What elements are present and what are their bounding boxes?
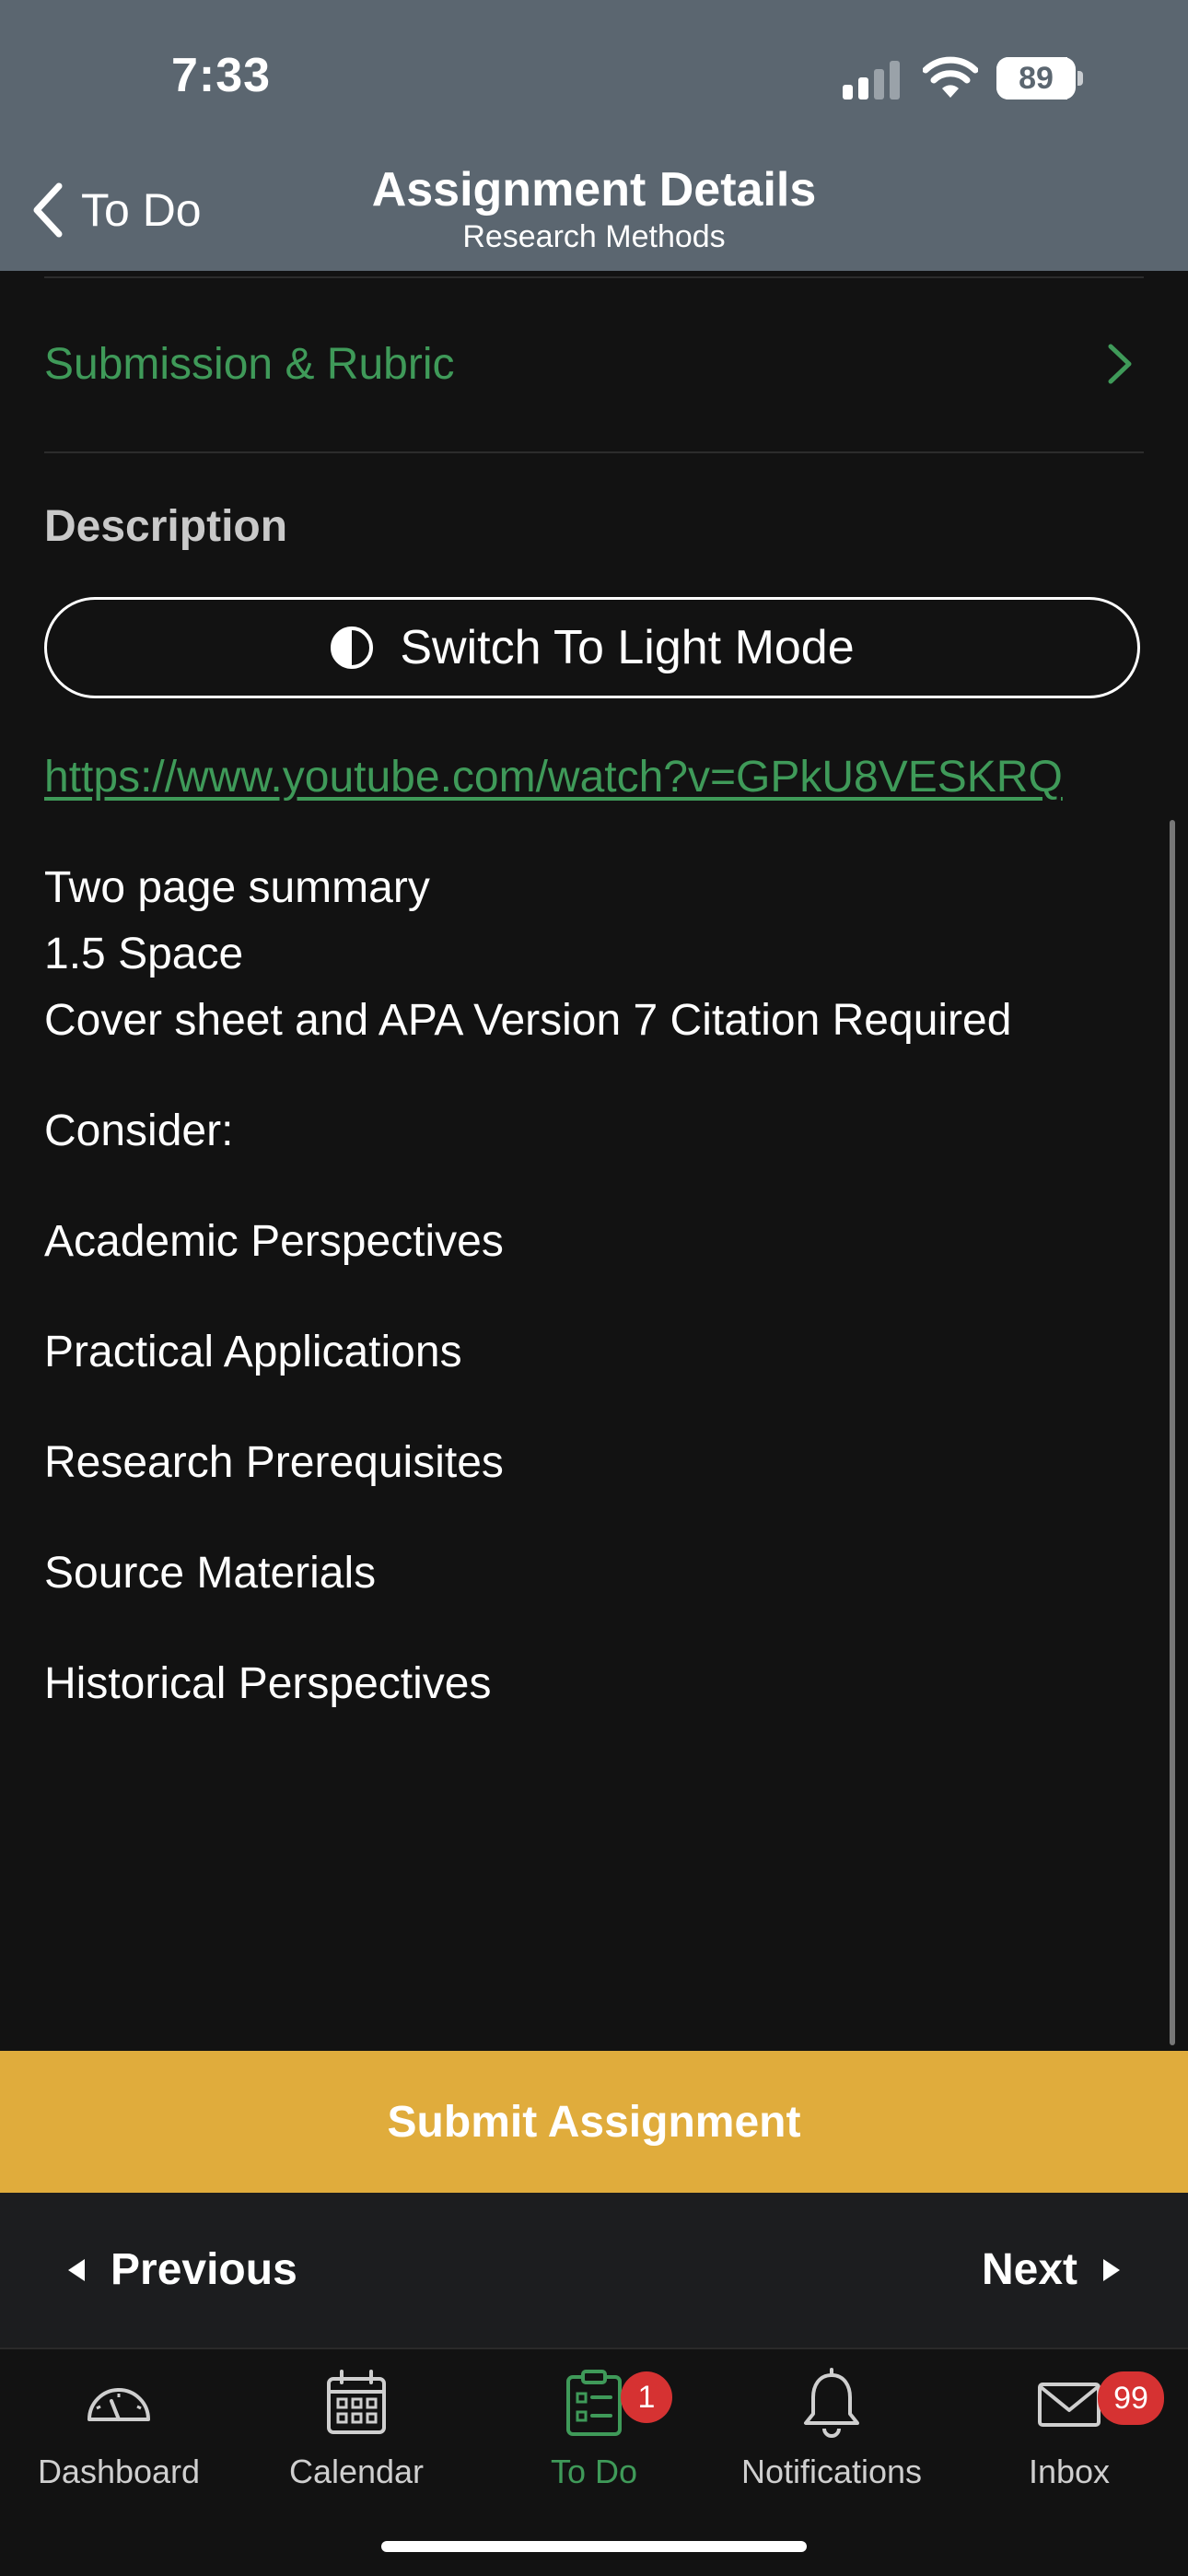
tab-dashboard[interactable]: Dashboard bbox=[0, 2368, 238, 2491]
dashboard-gauge-icon bbox=[87, 2388, 150, 2421]
tab-to-do[interactable]: To Do 1 bbox=[475, 2368, 713, 2491]
submission-rubric-row[interactable]: Submission & Rubric bbox=[44, 304, 1144, 424]
description-line: Historical Perspectives bbox=[44, 1659, 492, 1708]
home-indicator[interactable] bbox=[381, 2541, 807, 2552]
battery-icon: 89 bbox=[996, 57, 1085, 101]
next-label: Next bbox=[981, 2245, 1077, 2294]
contrast-icon bbox=[331, 626, 374, 669]
envelope-icon bbox=[1038, 2383, 1101, 2427]
description-line: Source Materials bbox=[44, 1549, 377, 1598]
status-time: 7:33 bbox=[171, 49, 272, 102]
divider bbox=[44, 451, 1144, 453]
battery-percent: 89 bbox=[1019, 61, 1054, 96]
tab-label: To Do bbox=[550, 2453, 638, 2490]
description-line: Academic Perspectives bbox=[44, 1217, 504, 1266]
youtube-link[interactable]: https://www.youtube.com/watch?v=GPkU8VES… bbox=[44, 752, 1063, 802]
wifi-icon bbox=[923, 56, 978, 98]
pager-bar: Previous Next bbox=[0, 2193, 1188, 2348]
page-subtitle: Research Methods bbox=[462, 219, 726, 254]
clipboard-icon bbox=[566, 2370, 622, 2436]
caret-left-icon bbox=[68, 2258, 85, 2281]
tab-label: Calendar bbox=[288, 2453, 425, 2490]
inbox-count-badge: 99 bbox=[1098, 2371, 1164, 2425]
previous-label: Previous bbox=[111, 2245, 297, 2294]
tab-label: Notifications bbox=[740, 2453, 923, 2490]
previous-button[interactable]: Previous bbox=[66, 2244, 297, 2295]
cellular-signal-icon bbox=[843, 61, 900, 100]
submission-rubric-label: Submission & Rubric bbox=[44, 339, 455, 389]
tab-notifications[interactable]: Notifications bbox=[713, 2368, 950, 2491]
chevron-right-icon bbox=[1108, 344, 1132, 384]
description-line: Consider: bbox=[44, 1107, 234, 1155]
description-heading: Description bbox=[44, 502, 288, 551]
switch-light-mode-label: Switch To Light Mode bbox=[400, 621, 855, 674]
description-line: 1.5 Space bbox=[44, 930, 244, 978]
submit-assignment-button[interactable]: Submit Assignment bbox=[0, 2051, 1188, 2193]
navigation-header: 7:33 89 To Do Assignment Details Researc… bbox=[0, 0, 1188, 271]
calendar-icon bbox=[327, 2370, 386, 2434]
next-button[interactable]: Next bbox=[982, 2244, 1122, 2295]
divider bbox=[44, 276, 1144, 278]
tab-label: Dashboard bbox=[37, 2453, 201, 2490]
description-line: Research Prerequisites bbox=[44, 1438, 504, 1487]
submit-assignment-label: Submit Assignment bbox=[387, 2097, 801, 2147]
description-line: Two page summary bbox=[44, 863, 430, 912]
tab-label: Inbox bbox=[1028, 2453, 1111, 2490]
page-title: Assignment Details bbox=[371, 163, 817, 217]
tab-inbox[interactable]: Inbox 99 bbox=[950, 2368, 1188, 2491]
todo-count-badge: 1 bbox=[621, 2371, 672, 2423]
description-line: Cover sheet and APA Version 7 Citation R… bbox=[44, 996, 1012, 1045]
scrollbar[interactable] bbox=[1170, 820, 1175, 2045]
switch-light-mode-button[interactable]: Switch To Light Mode bbox=[44, 597, 1140, 698]
caret-right-icon bbox=[1103, 2258, 1120, 2281]
bell-icon bbox=[804, 2368, 859, 2438]
tab-calendar[interactable]: Calendar bbox=[238, 2368, 475, 2491]
description-line: Practical Applications bbox=[44, 1328, 462, 1376]
